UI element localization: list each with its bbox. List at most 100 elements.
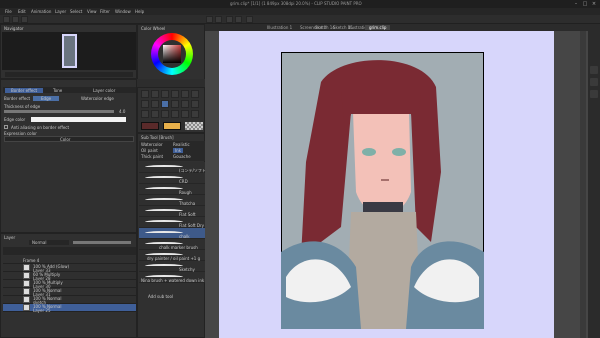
lasso-tool-icon[interactable] [171,90,179,98]
brush-item[interactable]: Nina brush + watered down ink [139,272,205,283]
tab-layer-color[interactable]: Layer color [93,88,115,93]
menu-help[interactable]: Help [135,9,144,14]
tab-border-effect[interactable]: Border effect [5,88,44,93]
saturation-value-square[interactable] [163,45,181,63]
tab-gouache[interactable]: Gouache [173,154,191,159]
maximize-icon[interactable]: □ [581,1,589,7]
layer-thumbnail [23,264,30,271]
zoom-tool-icon[interactable] [141,90,149,98]
brush-item[interactable]: Sketchy [139,261,205,272]
transparent-color-swatch[interactable] [185,122,203,130]
canvas-area: Illustration 1 Screenshot 0 Sketch 14 Sk… [205,24,588,338]
brush-item[interactable]: Flat Soft Dry [139,217,205,228]
menu-filter[interactable]: Filter [100,9,110,14]
thickness-label: Thickness of edge [4,104,41,109]
layer-thumbnail [23,272,30,279]
figure-tool-icon[interactable] [171,110,179,118]
clear-icon[interactable] [226,16,233,23]
transform-icon[interactable] [235,16,242,23]
new-file-icon[interactable] [3,16,10,23]
eyedropper-tool-icon[interactable] [191,90,199,98]
anti-aliasing-checkbox[interactable] [4,125,8,129]
tab-thick-paint[interactable]: Thick paint [141,154,163,159]
undo-icon[interactable] [206,16,213,23]
open-file-icon[interactable] [12,16,19,23]
vertical-scrollbar[interactable] [580,31,586,338]
layer-row[interactable]: Frame 4 [3,256,136,264]
expression-color-value: Color [60,137,71,142]
layer-name: Layer 25 [33,308,51,313]
move-tool-icon[interactable] [151,90,159,98]
tab-watercolor[interactable]: Watercolor [141,142,163,147]
edge-option[interactable]: Edge [33,96,60,101]
brush-item[interactable]: dry painter / oil paint +1 g [139,250,205,261]
brush-tool-icon[interactable] [161,100,169,108]
brush-item[interactable]: chalk marker brush [139,239,205,250]
close-icon[interactable]: × [590,1,598,7]
layer-row[interactable]: 100 % Add (Glow) Layer 33 [3,264,136,273]
main-color-swatch[interactable] [141,122,159,130]
navigator-zoom-slider[interactable] [5,72,133,77]
tab-ink[interactable]: Ink [173,148,184,153]
pencil-tool-icon[interactable] [151,100,159,108]
brush-item[interactable]: (コンテ/ソフト) [139,162,207,173]
menu-window[interactable]: Window [115,9,131,14]
fill-tool-icon[interactable] [151,110,159,118]
thickness-slider[interactable] [4,110,114,113]
menu-edit[interactable]: Edit [18,9,26,14]
add-sub-tool-button[interactable]: Add sub tool [148,294,173,299]
export-icon[interactable] [590,90,598,98]
decoration-tool-icon[interactable] [181,100,189,108]
minimize-icon[interactable]: – [572,1,580,7]
canvas-tab-active[interactable]: grim.clip [365,25,391,30]
brush-stroke-preview [145,264,183,268]
menu-file[interactable]: File [5,9,12,14]
navigator-preview[interactable] [2,32,136,70]
hue-ring[interactable] [151,33,193,75]
tab-tone[interactable]: Tone [53,88,62,93]
camera-icon[interactable] [590,66,598,74]
color-tabs-strip [137,79,205,87]
pen-tool-icon[interactable] [141,100,149,108]
brush-stroke-preview [145,176,183,180]
tab-oil-paint[interactable]: Oil paint [141,148,158,153]
brush-item[interactable]: Flat Soft [139,206,205,217]
menu-animation[interactable]: Animation [31,9,51,14]
artwork[interactable] [281,52,484,329]
watercolor-edge-option[interactable]: Watercolor edge [81,96,114,101]
thickness-value[interactable]: 4.0 [119,109,125,114]
gradient-tool-icon[interactable] [161,110,169,118]
wand-tool-icon[interactable] [181,90,189,98]
share-icon[interactable] [590,78,598,86]
layer-row[interactable]: 100 % Normal sketch [3,296,136,305]
edge-color-swatch[interactable] [31,117,126,122]
brush-item[interactable]: Thatcha [139,195,205,206]
brush-item[interactable]: Rough [139,184,205,195]
brush-stroke-preview [145,198,183,202]
save-icon[interactable] [21,16,28,23]
deselect-icon[interactable] [246,16,253,23]
balloon-tool-icon[interactable] [191,110,199,118]
airbrush-tool-icon[interactable] [171,100,179,108]
brush-item[interactable]: CRD [139,173,205,184]
layer-row[interactable]: 100 % Normal Layer 31 [3,288,136,297]
redo-icon[interactable] [215,16,222,23]
blend-mode-select[interactable]: Normal [29,240,69,245]
brush-item-selected[interactable]: chalk [139,228,205,239]
canvas-tab[interactable]: Sketch 14 [315,25,335,30]
text-tool-icon[interactable] [181,110,189,118]
select-tool-icon[interactable] [161,90,169,98]
tab-realistic[interactable]: Realistic [173,142,190,147]
layer-row-selected[interactable]: 100 % Normal Layer 25 [3,304,136,313]
blend-tool-icon[interactable] [141,110,149,118]
menu-view[interactable]: View [87,9,97,14]
menu-layer[interactable]: Layer [55,9,66,14]
layer-row[interactable]: 100 % Multiply Layer 30 [3,280,136,289]
expression-color-select[interactable]: Color [4,136,134,142]
opacity-slider[interactable] [73,241,131,244]
canvas-tab[interactable]: Illustration 1 [267,25,292,30]
sub-color-swatch[interactable] [163,122,181,130]
menu-select[interactable]: Select [70,9,82,14]
layer-row[interactable]: 60 % Multiply Layer 28 [3,272,136,281]
eraser-tool-icon[interactable] [191,100,199,108]
